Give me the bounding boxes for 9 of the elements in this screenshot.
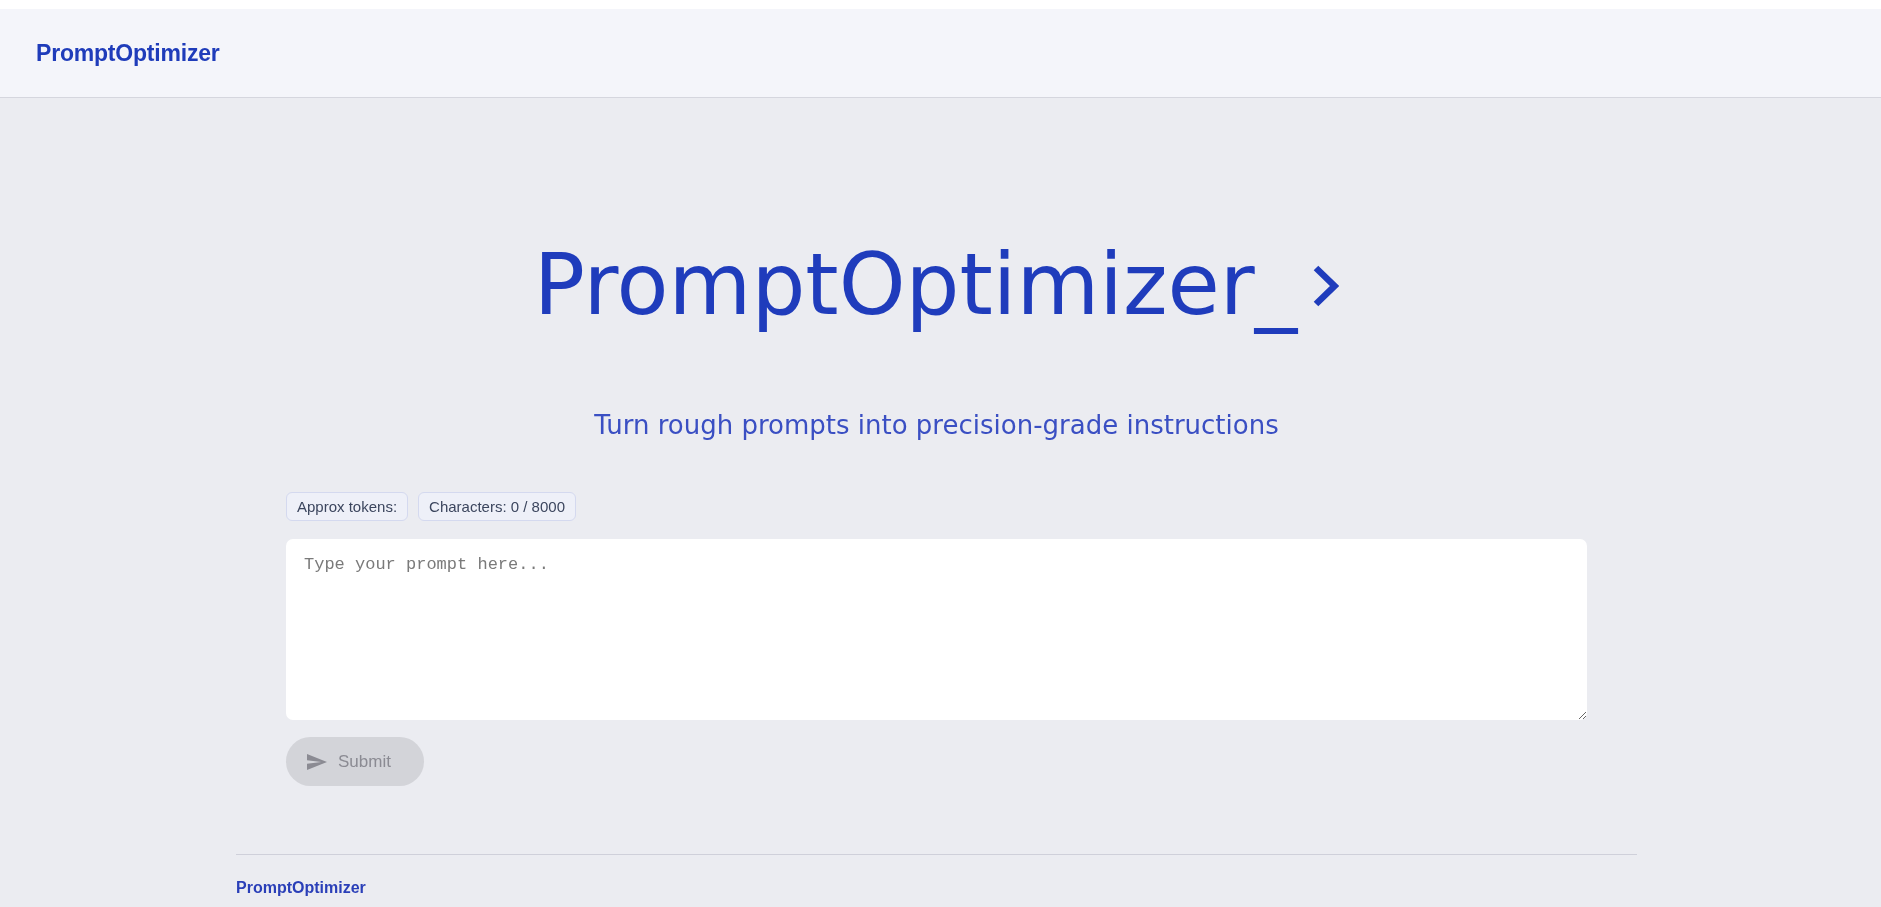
send-icon xyxy=(307,753,327,770)
prompt-field[interactable]: Type your prompt here... xyxy=(286,539,1587,720)
hero-title: PromptOptimizer_ xyxy=(533,235,1298,334)
stat-chip: Characters: 0 / 8000 xyxy=(418,492,576,521)
stat-chip: Approx tokens: xyxy=(286,492,409,521)
header-logo[interactable]: PromptOptimizer xyxy=(36,39,220,67)
chevron-right-icon xyxy=(1313,265,1340,307)
hero-subtitle: Turn rough prompts into precision-grade instructions xyxy=(594,409,1279,441)
footer-brand[interactable]: PromptOptimizer xyxy=(236,879,366,896)
